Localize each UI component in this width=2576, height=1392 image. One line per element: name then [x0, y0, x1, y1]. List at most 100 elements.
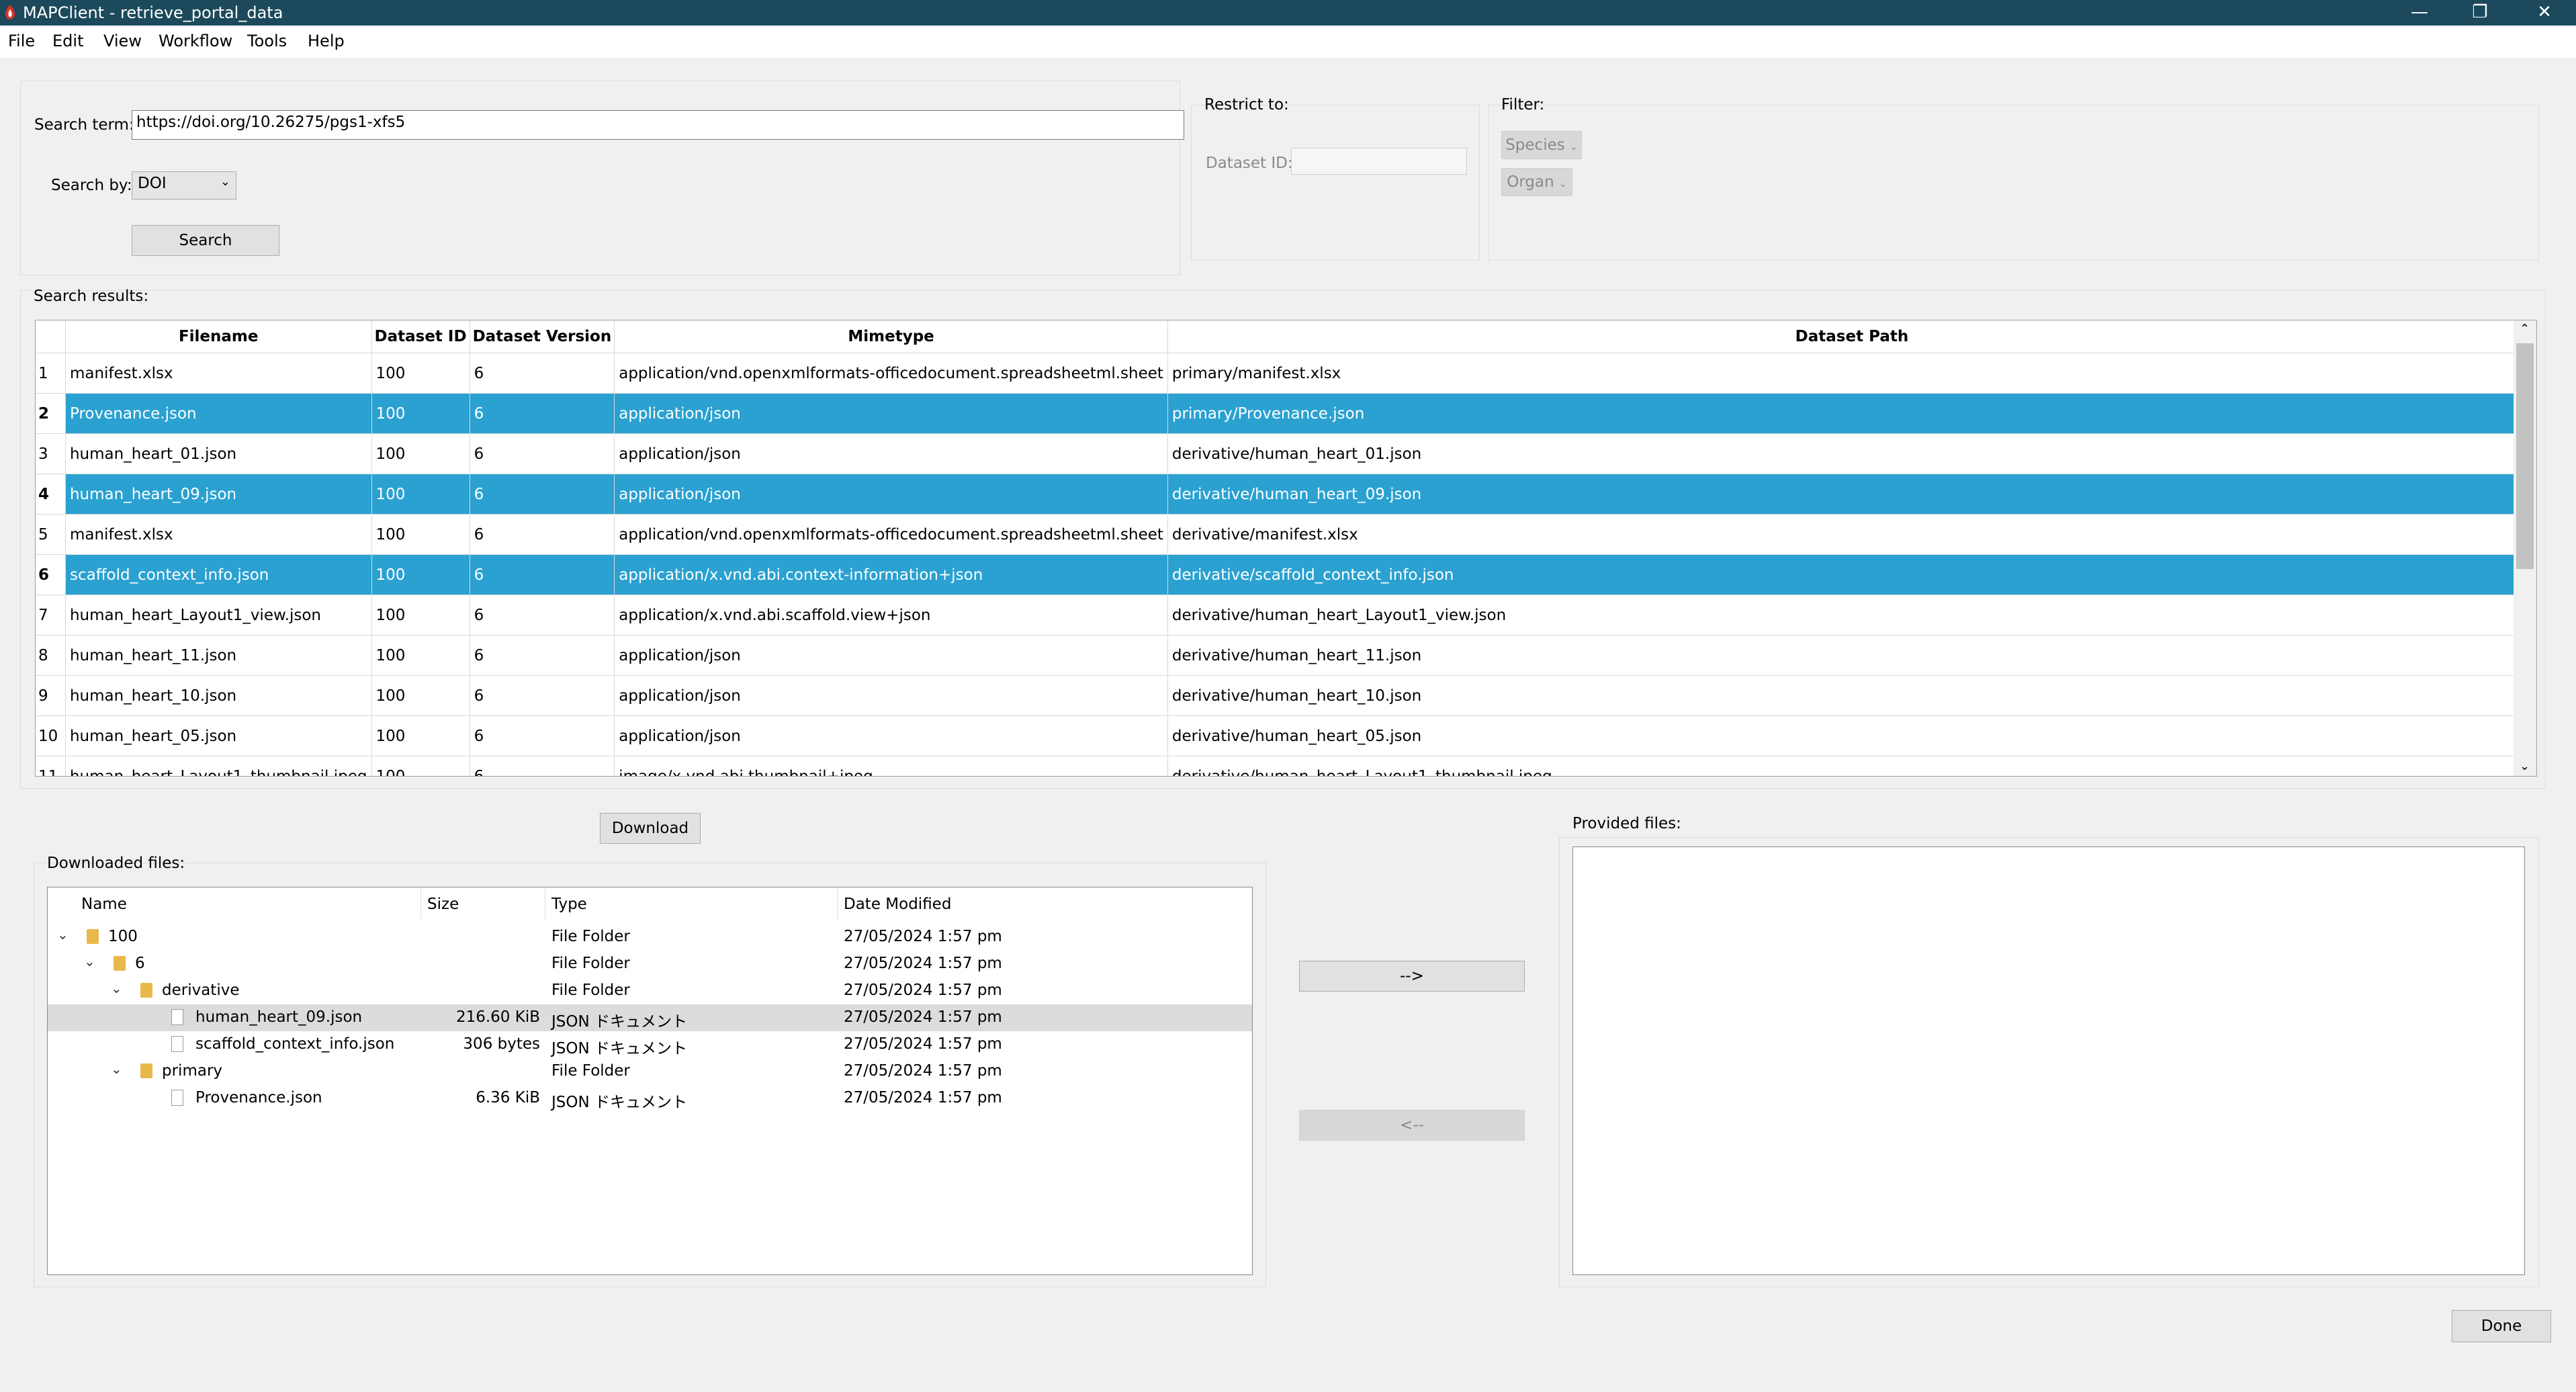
- menu-edit[interactable]: Edit: [52, 32, 83, 50]
- organ-filter-label: Organ: [1507, 173, 1554, 191]
- results-grid: Filename Dataset ID Dataset Version Mime…: [36, 320, 2536, 776]
- column-header-dataset-path[interactable]: Dataset Path: [1167, 320, 2536, 353]
- tree-row[interactable]: scaffold_context_info.json 306 bytes JSON …: [48, 1031, 1252, 1058]
- scroll-up-icon[interactable]: ⌃: [2520, 322, 2530, 336]
- cell-dataset-id: 100: [371, 756, 470, 776]
- species-filter-button[interactable]: Species ⌄: [1501, 131, 1582, 159]
- search-results-table[interactable]: Filename Dataset ID Dataset Version Mime…: [35, 320, 2537, 777]
- cell-dataset-version: 6: [470, 635, 615, 676]
- table-row[interactable]: 6 scaffold_context_info.json 100 6 applicati…: [36, 554, 2536, 595]
- tree-header-size[interactable]: Size: [427, 896, 459, 913]
- downloaded-files-tree[interactable]: Name Size Type Date Modified ⌄ 100 File Fo…: [47, 887, 1253, 1275]
- remove-from-provided-button[interactable]: <--: [1299, 1110, 1525, 1141]
- table-row[interactable]: 5 manifest.xlsx 100 6 application/vnd.openxm…: [36, 514, 2536, 555]
- row-number: 7: [36, 595, 66, 636]
- cell-dataset-path: derivative/manifest.xlsx: [1167, 514, 2536, 555]
- row-number: 10: [36, 715, 66, 756]
- search-term-input[interactable]: https://doi.org/10.26275/pgs1-xfs5: [132, 110, 1184, 140]
- tree-header-type[interactable]: Type: [551, 896, 587, 913]
- table-row[interactable]: 4 human_heart_09.json 100 6 application/json…: [36, 474, 2536, 515]
- tree-cell-type: JSON ドキュメント: [551, 1094, 688, 1111]
- search-button[interactable]: Search: [132, 225, 279, 256]
- menu-workflow[interactable]: Workflow: [159, 32, 232, 50]
- tree-header-name[interactable]: Name: [81, 896, 127, 913]
- column-header-dataset-id[interactable]: Dataset ID: [371, 320, 470, 353]
- tree-cell-name: Provenance.json: [195, 1089, 322, 1106]
- chevron-down-icon: ⌄: [220, 175, 230, 189]
- tree-row[interactable]: ⌄ 100 File Folder 27/05/2024 1:57 pm: [48, 924, 1252, 951]
- menu-file[interactable]: File: [8, 32, 35, 50]
- tree-row[interactable]: human_heart_09.json 216.60 KiB JSON ドキュメント…: [48, 1004, 1252, 1031]
- close-button[interactable]: ✕: [2514, 0, 2575, 26]
- cell-dataset-version: 6: [470, 393, 615, 434]
- chevron-down-icon[interactable]: ⌄: [84, 953, 95, 969]
- search-by-select[interactable]: DOI ⌄: [132, 171, 236, 200]
- column-header-filename[interactable]: Filename: [65, 320, 372, 353]
- file-icon: [171, 1009, 183, 1025]
- species-filter-label: Species: [1505, 136, 1565, 154]
- menu-help[interactable]: Help: [308, 32, 345, 50]
- cell-mimetype: image/x.vnd.abi.thumbnail+jpeg: [614, 756, 1168, 776]
- table-row[interactable]: 2 Provenance.json 100 6 application/json prim…: [36, 393, 2536, 434]
- scrollbar-thumb[interactable]: [2516, 343, 2534, 569]
- chevron-down-icon[interactable]: ⌄: [111, 1061, 122, 1077]
- chevron-down-icon[interactable]: ⌄: [111, 980, 122, 996]
- table-row[interactable]: 1 manifest.xlsx 100 6 application/vnd.openxm…: [36, 353, 2536, 394]
- menu-view[interactable]: View: [103, 32, 142, 50]
- organ-filter-button[interactable]: Organ ⌄: [1501, 168, 1572, 196]
- results-vertical-scrollbar[interactable]: ⌃ ⌄: [2514, 320, 2536, 776]
- column-header-dataset-version[interactable]: Dataset Version: [470, 320, 615, 353]
- row-number: 9: [36, 675, 66, 716]
- cell-dataset-version: 6: [470, 715, 615, 756]
- cell-filename: manifest.xlsx: [65, 353, 372, 394]
- cell-dataset-version: 6: [470, 474, 615, 515]
- cell-dataset-path: derivative/human_heart_09.json: [1167, 474, 2536, 515]
- cell-filename: human_heart_Layout1_view.json: [65, 595, 372, 636]
- tree-row[interactable]: Provenance.json 6.36 KiB JSON ドキュメント 27/05/…: [48, 1085, 1252, 1112]
- provided-files-list[interactable]: [1572, 846, 2525, 1275]
- tree-cell-name: primary: [162, 1062, 223, 1080]
- tree-cell-date: 27/05/2024 1:57 pm: [844, 1089, 1002, 1106]
- row-number: 5: [36, 514, 66, 555]
- results-header-row: Filename Dataset ID Dataset Version Mime…: [36, 320, 2536, 353]
- cell-dataset-version: 6: [470, 514, 615, 555]
- tree-row[interactable]: ⌄ 6 File Folder 27/05/2024 1:57 pm: [48, 951, 1252, 977]
- restrict-title: Restrict to:: [1204, 96, 1289, 114]
- cell-filename: human_heart_09.json: [65, 474, 372, 515]
- row-number: 11: [36, 756, 66, 776]
- chevron-down-icon[interactable]: ⌄: [57, 926, 69, 943]
- tree-cell-date: 27/05/2024 1:57 pm: [844, 1008, 1002, 1026]
- cell-dataset-path: primary/Provenance.json: [1167, 393, 2536, 434]
- table-row[interactable]: 8 human_heart_11.json 100 6 application/json…: [36, 635, 2536, 676]
- tree-row[interactable]: ⌄ primary File Folder 27/05/2024 1:57 pm: [48, 1058, 1252, 1085]
- row-number: 3: [36, 433, 66, 474]
- table-row[interactable]: 10 human_heart_05.json 100 6 application/jso…: [36, 715, 2536, 756]
- menu-tools[interactable]: Tools: [247, 32, 287, 50]
- table-row[interactable]: 3 human_heart_01.json 100 6 application/json…: [36, 433, 2536, 474]
- download-button[interactable]: Download: [600, 813, 701, 844]
- add-to-provided-button[interactable]: -->: [1299, 961, 1525, 992]
- search-term-label: Search term:: [34, 116, 134, 134]
- search-by-value: DOI: [138, 175, 167, 192]
- minimize-button[interactable]: —: [2389, 0, 2450, 26]
- cell-dataset-path: derivative/human_heart_10.json: [1167, 675, 2536, 716]
- cell-mimetype: application/vnd.openxmlformats-officedoc…: [614, 514, 1168, 555]
- chevron-down-icon: ⌄: [1559, 179, 1567, 189]
- cell-filename: human_heart_11.json: [65, 635, 372, 676]
- table-row[interactable]: 7 human_heart_Layout1_view.json 100 6 applic…: [36, 595, 2536, 636]
- cell-dataset-id: 100: [371, 554, 470, 595]
- done-button[interactable]: Done: [2452, 1310, 2551, 1342]
- column-header-mimetype[interactable]: Mimetype: [614, 320, 1168, 353]
- tree-row[interactable]: ⌄ derivative File Folder 27/05/2024 1:57 pm: [48, 977, 1252, 1004]
- scroll-down-icon[interactable]: ⌄: [2520, 759, 2530, 773]
- cell-dataset-version: 6: [470, 554, 615, 595]
- tree-cell-size: 216.60 KiB: [455, 1008, 540, 1026]
- dataset-id-input[interactable]: [1291, 148, 1467, 175]
- cell-dataset-path: derivative/human_heart_11.json: [1167, 635, 2536, 676]
- table-row[interactable]: 11 human_heart_Layout1_thumbnail.jpeg 100 6…: [36, 756, 2536, 776]
- window-title: MAPClient - retrieve_portal_data: [23, 3, 283, 22]
- table-row[interactable]: 9 human_heart_10.json 100 6 application/json…: [36, 675, 2536, 716]
- cell-mimetype: application/json: [614, 393, 1168, 434]
- restore-button[interactable]: ❐: [2450, 0, 2510, 26]
- tree-header-date-modified[interactable]: Date Modified: [844, 896, 951, 913]
